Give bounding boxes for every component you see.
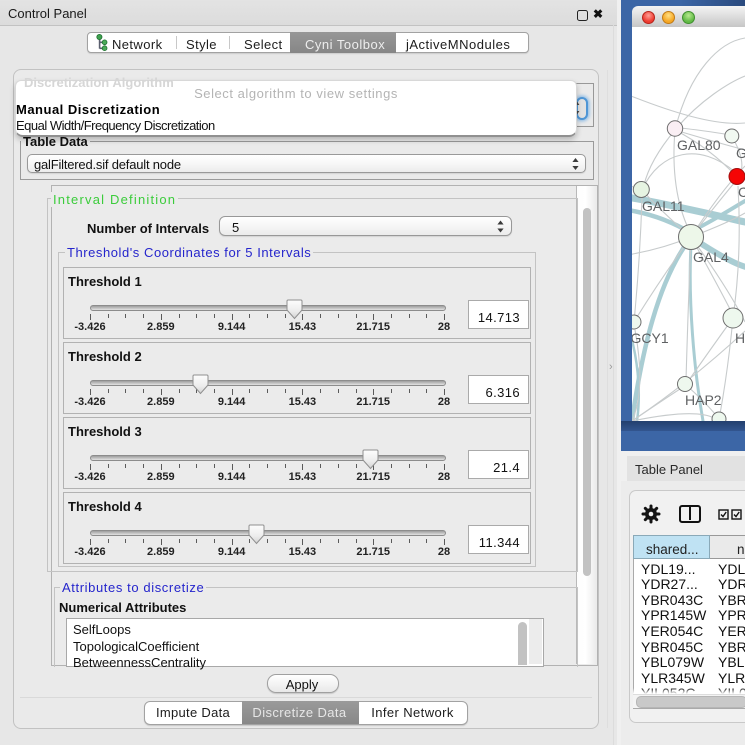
svg-text:GAL11: GAL11 [642,198,685,214]
svg-text:HAP2: HAP2 [685,392,722,408]
svg-text:GCY1: GCY1 [632,330,669,346]
svg-text:C: C [738,184,745,200]
svg-text:GAL80: GAL80 [677,137,721,153]
svg-text:GAL4: GAL4 [693,249,729,265]
svg-text:GA: GA [736,145,745,161]
svg-text:HA: HA [735,330,745,346]
